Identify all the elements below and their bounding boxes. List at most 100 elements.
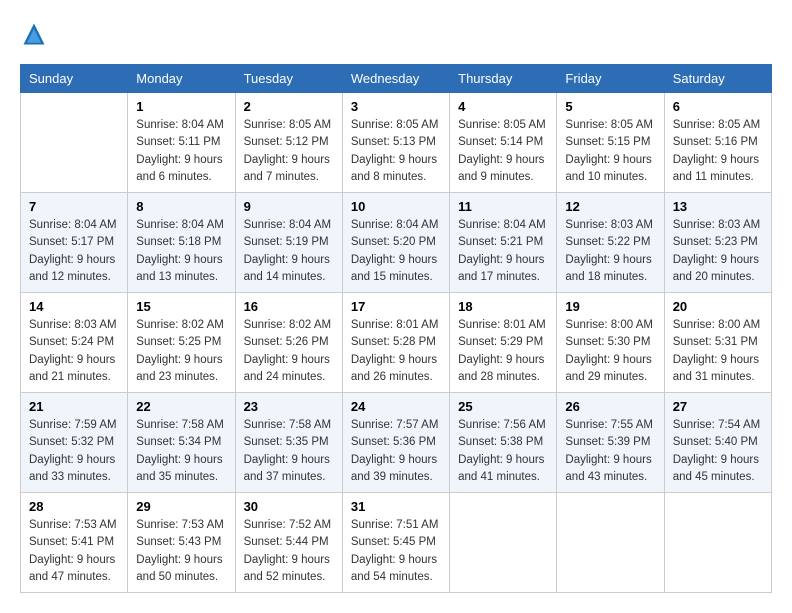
calendar-cell: 8 Sunrise: 8:04 AMSunset: 5:18 PMDaylight… (128, 193, 235, 293)
day-number: 14 (29, 299, 119, 314)
weekday-header-thursday: Thursday (450, 65, 557, 93)
day-number: 6 (673, 99, 763, 114)
calendar-cell: 5 Sunrise: 8:05 AMSunset: 5:15 PMDaylight… (557, 93, 664, 193)
calendar-cell: 16Sunrise: 8:02 AMSunset: 5:26 PMDayligh… (235, 293, 342, 393)
day-number: 5 (565, 99, 655, 114)
calendar-cell (557, 493, 664, 593)
day-number: 21 (29, 399, 119, 414)
day-number: 23 (244, 399, 334, 414)
calendar-cell: 22Sunrise: 7:58 AMSunset: 5:34 PMDayligh… (128, 393, 235, 493)
day-info: Sunrise: 8:04 AMSunset: 5:19 PMDaylight:… (244, 217, 334, 286)
day-info: Sunrise: 8:03 AMSunset: 5:24 PMDaylight:… (29, 317, 119, 386)
day-info: Sunrise: 8:05 AMSunset: 5:15 PMDaylight:… (565, 117, 655, 186)
weekday-header-row: SundayMondayTuesdayWednesdayThursdayFrid… (21, 65, 772, 93)
day-number: 22 (136, 399, 226, 414)
calendar-cell (21, 93, 128, 193)
week-row-4: 21 Sunrise: 7:59 AMSunset: 5:32 PMDayligh… (21, 393, 772, 493)
day-number: 27 (673, 399, 763, 414)
day-info: Sunrise: 7:57 AMSunset: 5:36 PMDaylight:… (351, 417, 441, 486)
calendar-cell: 19Sunrise: 8:00 AMSunset: 5:30 PMDayligh… (557, 293, 664, 393)
calendar-cell: 17Sunrise: 8:01 AMSunset: 5:28 PMDayligh… (342, 293, 449, 393)
day-number: 20 (673, 299, 763, 314)
weekday-header-tuesday: Tuesday (235, 65, 342, 93)
day-info: Sunrise: 7:54 AMSunset: 5:40 PMDaylight:… (673, 417, 763, 486)
calendar-cell: 26 Sunrise: 7:55 AMSunset: 5:39 PMDayligh… (557, 393, 664, 493)
day-info: Sunrise: 8:03 AMSunset: 5:22 PMDaylight:… (565, 217, 655, 286)
day-info: Sunrise: 7:53 AMSunset: 5:43 PMDaylight:… (136, 517, 226, 586)
calendar-cell: 9 Sunrise: 8:04 AMSunset: 5:19 PMDaylight… (235, 193, 342, 293)
day-info: Sunrise: 8:05 AMSunset: 5:13 PMDaylight:… (351, 117, 441, 186)
logo (20, 20, 52, 48)
day-number: 31 (351, 499, 441, 514)
day-number: 12 (565, 199, 655, 214)
calendar-cell: 10Sunrise: 8:04 AMSunset: 5:20 PMDayligh… (342, 193, 449, 293)
day-number: 18 (458, 299, 548, 314)
page-header (20, 20, 772, 48)
calendar-cell: 24 Sunrise: 7:57 AMSunset: 5:36 PMDayligh… (342, 393, 449, 493)
day-info: Sunrise: 8:00 AMSunset: 5:31 PMDaylight:… (673, 317, 763, 386)
logo-icon (20, 20, 48, 48)
weekday-header-wednesday: Wednesday (342, 65, 449, 93)
calendar-cell: 4 Sunrise: 8:05 AMSunset: 5:14 PMDaylight… (450, 93, 557, 193)
weekday-header-saturday: Saturday (664, 65, 771, 93)
calendar-cell: 1 Sunrise: 8:04 AMSunset: 5:11 PMDaylight… (128, 93, 235, 193)
day-info: Sunrise: 8:04 AMSunset: 5:17 PMDaylight:… (29, 217, 119, 286)
calendar-cell: 18 Sunrise: 8:01 AMSunset: 5:29 PMDayligh… (450, 293, 557, 393)
day-info: Sunrise: 8:05 AMSunset: 5:12 PMDaylight:… (244, 117, 334, 186)
calendar-cell: 27 Sunrise: 7:54 AMSunset: 5:40 PMDayligh… (664, 393, 771, 493)
day-number: 29 (136, 499, 226, 514)
day-number: 4 (458, 99, 548, 114)
calendar-cell: 14 Sunrise: 8:03 AMSunset: 5:24 PMDayligh… (21, 293, 128, 393)
day-info: Sunrise: 7:59 AMSunset: 5:32 PMDaylight:… (29, 417, 119, 486)
day-info: Sunrise: 8:02 AMSunset: 5:25 PMDaylight:… (136, 317, 226, 386)
day-info: Sunrise: 7:52 AMSunset: 5:44 PMDaylight:… (244, 517, 334, 586)
calendar-cell: 25 Sunrise: 7:56 AMSunset: 5:38 PMDayligh… (450, 393, 557, 493)
calendar-cell (450, 493, 557, 593)
day-info: Sunrise: 7:53 AMSunset: 5:41 PMDaylight:… (29, 517, 119, 586)
calendar-cell: 30Sunrise: 7:52 AMSunset: 5:44 PMDayligh… (235, 493, 342, 593)
day-number: 24 (351, 399, 441, 414)
calendar-cell: 12 Sunrise: 8:03 AMSunset: 5:22 PMDayligh… (557, 193, 664, 293)
day-number: 25 (458, 399, 548, 414)
day-info: Sunrise: 8:04 AMSunset: 5:11 PMDaylight:… (136, 117, 226, 186)
day-number: 15 (136, 299, 226, 314)
calendar-cell: 15 Sunrise: 8:02 AMSunset: 5:25 PMDayligh… (128, 293, 235, 393)
calendar-cell: 2 Sunrise: 8:05 AMSunset: 5:12 PMDaylight… (235, 93, 342, 193)
week-row-2: 7Sunrise: 8:04 AMSunset: 5:17 PMDaylight… (21, 193, 772, 293)
day-number: 1 (136, 99, 226, 114)
day-info: Sunrise: 8:04 AMSunset: 5:18 PMDaylight:… (136, 217, 226, 286)
day-info: Sunrise: 7:58 AMSunset: 5:35 PMDaylight:… (244, 417, 334, 486)
week-row-3: 14 Sunrise: 8:03 AMSunset: 5:24 PMDayligh… (21, 293, 772, 393)
calendar-cell: 20 Sunrise: 8:00 AMSunset: 5:31 PMDayligh… (664, 293, 771, 393)
day-info: Sunrise: 8:04 AMSunset: 5:21 PMDaylight:… (458, 217, 548, 286)
weekday-header-sunday: Sunday (21, 65, 128, 93)
day-info: Sunrise: 8:01 AMSunset: 5:29 PMDaylight:… (458, 317, 548, 386)
day-number: 9 (244, 199, 334, 214)
day-info: Sunrise: 7:51 AMSunset: 5:45 PMDaylight:… (351, 517, 441, 586)
day-number: 26 (565, 399, 655, 414)
day-info: Sunrise: 8:05 AMSunset: 5:14 PMDaylight:… (458, 117, 548, 186)
calendar-cell: 7Sunrise: 8:04 AMSunset: 5:17 PMDaylight… (21, 193, 128, 293)
day-info: Sunrise: 8:00 AMSunset: 5:30 PMDaylight:… (565, 317, 655, 386)
calendar-cell: 23 Sunrise: 7:58 AMSunset: 5:35 PMDayligh… (235, 393, 342, 493)
calendar-table: SundayMondayTuesdayWednesdayThursdayFrid… (20, 64, 772, 593)
day-info: Sunrise: 8:04 AMSunset: 5:20 PMDaylight:… (351, 217, 441, 286)
day-number: 8 (136, 199, 226, 214)
week-row-1: 1 Sunrise: 8:04 AMSunset: 5:11 PMDaylight… (21, 93, 772, 193)
calendar-cell: 28 Sunrise: 7:53 AMSunset: 5:41 PMDayligh… (21, 493, 128, 593)
day-number: 28 (29, 499, 119, 514)
calendar-cell: 3 Sunrise: 8:05 AMSunset: 5:13 PMDaylight… (342, 93, 449, 193)
day-info: Sunrise: 7:56 AMSunset: 5:38 PMDaylight:… (458, 417, 548, 486)
day-info: Sunrise: 7:55 AMSunset: 5:39 PMDaylight:… (565, 417, 655, 486)
day-number: 13 (673, 199, 763, 214)
weekday-header-friday: Friday (557, 65, 664, 93)
day-info: Sunrise: 8:05 AMSunset: 5:16 PMDaylight:… (673, 117, 763, 186)
day-info: Sunrise: 8:03 AMSunset: 5:23 PMDaylight:… (673, 217, 763, 286)
day-number: 2 (244, 99, 334, 114)
weekday-header-monday: Monday (128, 65, 235, 93)
day-number: 3 (351, 99, 441, 114)
calendar-cell: 21 Sunrise: 7:59 AMSunset: 5:32 PMDayligh… (21, 393, 128, 493)
week-row-5: 28 Sunrise: 7:53 AMSunset: 5:41 PMDayligh… (21, 493, 772, 593)
day-info: Sunrise: 8:01 AMSunset: 5:28 PMDaylight:… (351, 317, 441, 386)
calendar-cell (664, 493, 771, 593)
